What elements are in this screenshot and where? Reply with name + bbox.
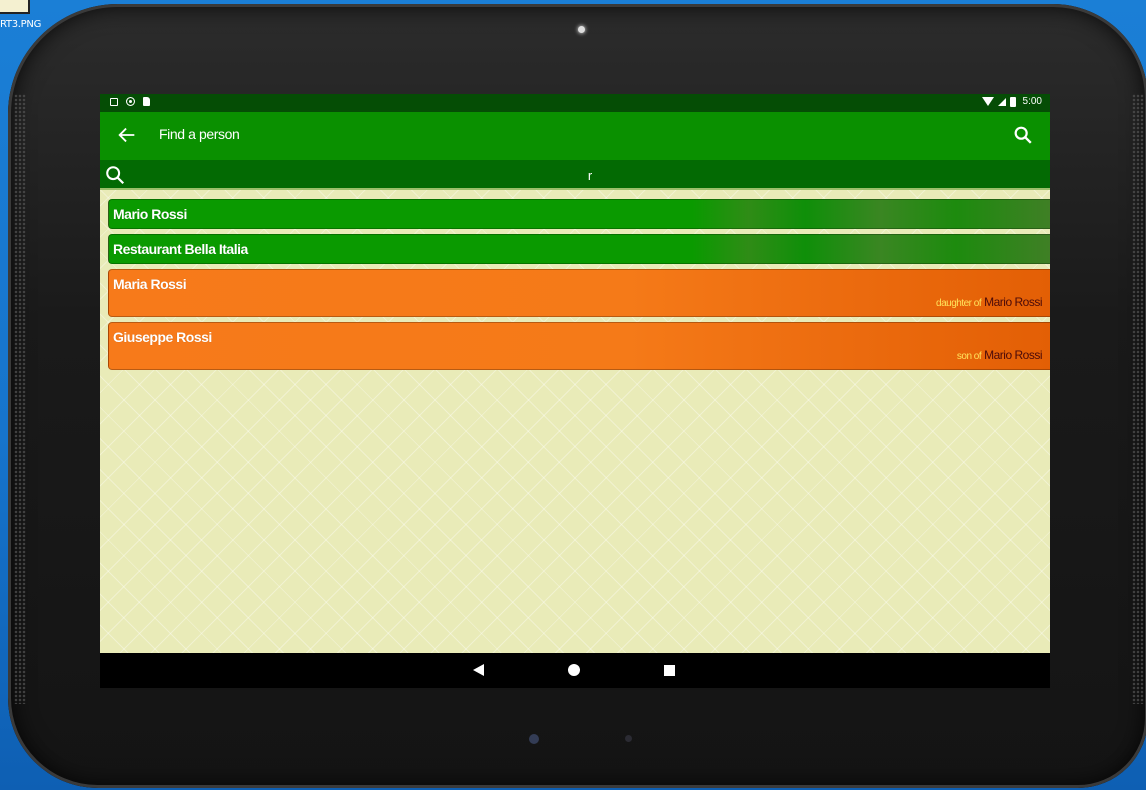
right-speaker-grill bbox=[1132, 94, 1144, 704]
battery-icon bbox=[1009, 96, 1016, 107]
cell-signal-icon bbox=[997, 97, 1006, 106]
notification-app-icon bbox=[110, 97, 118, 106]
relation-type: daughter of bbox=[936, 298, 982, 309]
relation-target: Mario Rossi bbox=[984, 295, 1042, 309]
search-bar bbox=[100, 160, 1050, 190]
app-screen: 5:00 Find a person Mario Rossi Restauran… bbox=[100, 94, 1050, 688]
result-item[interactable]: Restaurant Bella Italia bbox=[108, 234, 1050, 264]
wifi-icon bbox=[981, 97, 994, 106]
clock: 5:00 bbox=[1022, 96, 1042, 107]
notification-icons bbox=[110, 97, 150, 106]
result-name: Restaurant Bella Italia bbox=[113, 241, 248, 257]
result-name: Maria Rossi bbox=[113, 276, 187, 292]
relation-type: son of bbox=[956, 351, 982, 362]
square-recents-icon[interactable] bbox=[664, 665, 675, 676]
sensor-dot-small bbox=[625, 735, 632, 742]
result-item[interactable]: Maria Rossi daughter of Mario Rossi bbox=[108, 269, 1050, 317]
relation-target: Mario Rossi bbox=[984, 348, 1042, 362]
search-icon[interactable] bbox=[1012, 124, 1034, 146]
notification-sync-icon bbox=[126, 97, 135, 106]
desktop-file-label[interactable]: RT3.PNG bbox=[0, 19, 41, 30]
left-speaker-grill bbox=[14, 94, 26, 704]
results-list: Mario Rossi Restaurant Bella Italia Mari… bbox=[108, 199, 1050, 375]
system-icons: 5:00 bbox=[981, 96, 1042, 107]
result-name: Giuseppe Rossi bbox=[113, 329, 212, 345]
search-input[interactable] bbox=[140, 163, 1040, 187]
circle-home-icon[interactable] bbox=[568, 664, 580, 676]
result-name: Mario Rossi bbox=[113, 206, 187, 222]
sd-card-icon bbox=[143, 97, 150, 106]
page-title: Find a person bbox=[159, 126, 240, 142]
app-toolbar: Find a person bbox=[100, 112, 1050, 160]
sensor-dot bbox=[529, 734, 539, 744]
desktop-file-icon[interactable] bbox=[0, 0, 30, 14]
relationship-label: son of Mario Rossi bbox=[956, 348, 1043, 362]
triangle-back-icon[interactable] bbox=[473, 664, 484, 676]
result-item[interactable]: Giuseppe Rossi son of Mario Rossi bbox=[108, 322, 1050, 370]
relationship-label: daughter of Mario Rossi bbox=[936, 295, 1042, 309]
result-item[interactable]: Mario Rossi bbox=[108, 199, 1050, 229]
front-camera bbox=[578, 26, 585, 33]
system-navigation-bar bbox=[100, 653, 1050, 688]
status-bar: 5:00 bbox=[100, 94, 1050, 112]
arrow-left-icon[interactable] bbox=[116, 124, 138, 146]
search-field-icon bbox=[106, 166, 125, 185]
